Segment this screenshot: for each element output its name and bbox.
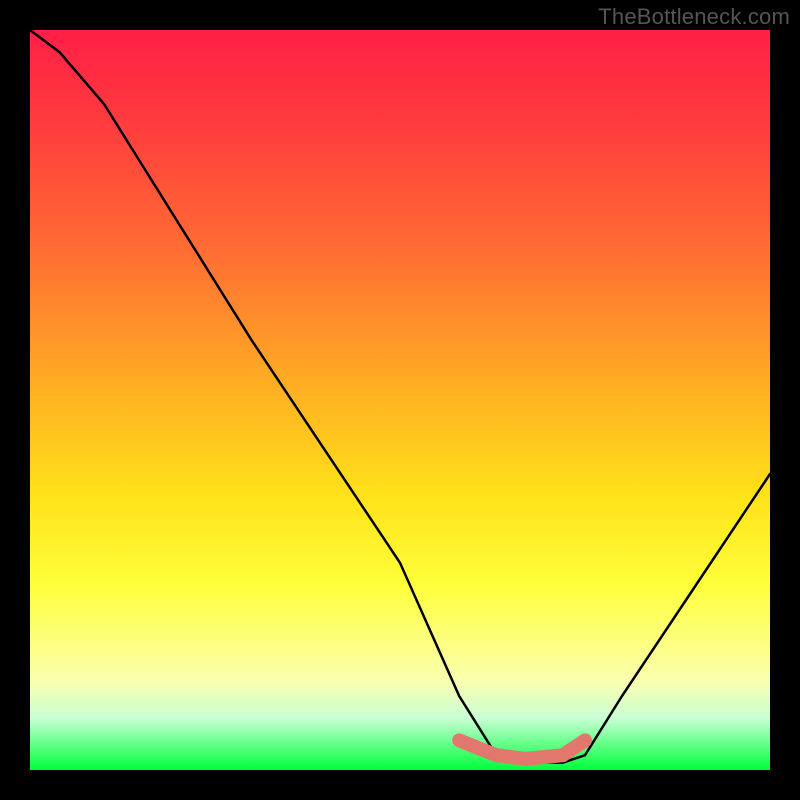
watermark-text: TheBottleneck.com	[598, 4, 790, 30]
curve-svg	[30, 30, 770, 770]
chart-stage: TheBottleneck.com	[0, 0, 800, 800]
optimal-range-highlight	[459, 740, 585, 759]
plot-area	[30, 30, 770, 770]
bottleneck-curve-line	[30, 30, 770, 763]
